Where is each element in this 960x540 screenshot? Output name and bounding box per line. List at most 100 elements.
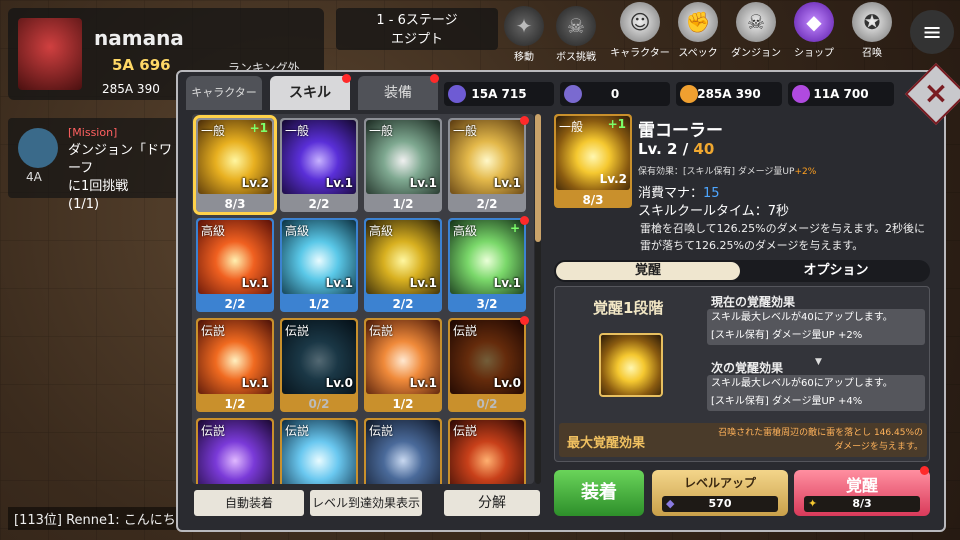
skill-card[interactable]: 伝説 xyxy=(364,418,442,484)
tab-skill[interactable]: スキル xyxy=(270,76,350,110)
mission-panel[interactable]: 4A [Mission] ダンジョン「ドワーフ に1回挑戦 (1/1) xyxy=(8,118,184,212)
gem-icon: ◆ xyxy=(794,2,834,42)
level-up-cost-value: 570 xyxy=(708,497,732,510)
nav-spec-button[interactable]: ✊ スペック xyxy=(672,2,724,62)
current-effect-box: スキル最大レベルが40にアップします。 [スキル保有] ダメージ量UP +2% xyxy=(707,309,925,345)
skill-level: Lv.1 xyxy=(493,176,521,190)
description-line1: 雷槍を召喚して126.25%のダメージを与えます。2秒後に xyxy=(640,222,925,235)
compass-icon: ✦ xyxy=(504,6,544,46)
skill-count: 8/3 xyxy=(224,197,246,211)
tab-equipment-notification-dot xyxy=(430,74,439,83)
skill-plus-badge: +1 xyxy=(249,121,268,135)
tab-skill-notification-dot xyxy=(342,74,351,83)
dungeon-skull-icon: ☠ xyxy=(736,2,776,42)
skill-card[interactable]: 伝説 xyxy=(448,418,526,484)
skill-level: Lv.1 xyxy=(493,276,521,290)
next-effect-title: 次の覚醒効果 xyxy=(711,361,784,375)
equip-button[interactable]: 装着 xyxy=(554,470,644,516)
resource-gold: 285A 390 xyxy=(676,82,782,106)
menu-button[interactable]: ≡ xyxy=(910,10,954,54)
level-up-cost: ◆ 570 xyxy=(662,496,778,512)
mission-level: 4A xyxy=(26,170,42,184)
skill-count: 0/2 xyxy=(476,397,498,411)
passive-effect: 保有効果：[スキル保有] ダメージ量UP+2% xyxy=(638,164,816,177)
skill-card[interactable]: 伝説 Lv.1 1/2 xyxy=(196,318,274,412)
awaken-cost-value: 8/3 xyxy=(852,497,872,510)
player-name: namana xyxy=(94,26,184,50)
skill-count: 2/2 xyxy=(308,197,330,211)
move-button[interactable]: ✦ 移動 xyxy=(498,6,550,66)
skill-rank: 伝説 xyxy=(453,424,478,438)
awaken-button[interactable]: 覚醒 ✦ 8/3 xyxy=(794,470,930,516)
mission-icon xyxy=(18,128,58,168)
skill-card[interactable]: 高級 Lv.1 1/2 xyxy=(280,218,358,312)
skill-card[interactable]: 伝説 Lv.1 1/2 xyxy=(364,318,442,412)
resource-purple-gem: 15A 715 xyxy=(444,82,554,106)
stage-name: エジプト xyxy=(390,32,443,47)
stage-indicator[interactable]: 1 - 6ステージ エジプト xyxy=(336,8,498,50)
skull-icon: ☠ xyxy=(556,6,596,46)
scroll-thumb[interactable] xyxy=(535,114,541,242)
skill-level: Lv.1 xyxy=(409,176,437,190)
nav-shop-button[interactable]: ◆ ショップ xyxy=(788,2,840,62)
stage-number: 1 - 6ステージ xyxy=(376,13,458,28)
skill-card[interactable]: 一般 Lv.1 2/2 xyxy=(448,118,526,212)
skill-rank: 一般 xyxy=(453,124,478,138)
selected-skill-rank: 一般 xyxy=(559,120,584,134)
skill-count: 0/2 xyxy=(308,397,330,411)
skill-card[interactable]: 伝説 Lv.0 0/2 xyxy=(448,318,526,412)
skill-rank: 高級 xyxy=(201,224,226,238)
skill-rank: 伝説 xyxy=(369,324,394,338)
skill-card[interactable]: 一般 +1 Lv.2 8/3 xyxy=(193,115,277,215)
level-effect-button[interactable]: レベル到達効果表示 xyxy=(310,490,422,516)
skill-level: Lv.1 xyxy=(241,276,269,290)
max-effect-line2: ダメージを与えます。 xyxy=(834,442,923,452)
mission-tag: [Mission] xyxy=(68,126,118,139)
resource-stone: 0 xyxy=(560,82,670,106)
skill-card[interactable]: 一般 Lv.1 2/2 xyxy=(280,118,358,212)
skill-card[interactable]: 高級 Lv.1 2/2 xyxy=(364,218,442,312)
max-effect-line1: 召喚された雷槍周辺の敵に雷を落とし 146.45%の xyxy=(718,428,923,438)
skill-notification-dot xyxy=(520,116,529,125)
player-gold: 285A 390 xyxy=(102,82,160,96)
selected-skill-icon: 一般 +1 Lv.2 8/3 xyxy=(554,114,632,208)
nav-character-label: キャラクター xyxy=(610,48,670,59)
skill-notification-dot xyxy=(520,216,529,225)
nav-summon-button[interactable]: ✪ 召喚 xyxy=(846,2,898,62)
skill-card[interactable]: 伝説 xyxy=(280,418,358,484)
selected-skill-level: Lv.2 xyxy=(599,172,627,186)
skill-rank: 一般 xyxy=(201,124,226,138)
dismantle-button[interactable]: 分解 xyxy=(444,490,540,516)
gold-coin-icon xyxy=(680,85,698,103)
tab-character[interactable]: キャラクター xyxy=(186,76,262,110)
auto-equip-button[interactable]: 自動装着 xyxy=(194,490,304,516)
skill-card[interactable]: 伝説 xyxy=(196,418,274,484)
skill-card[interactable]: 伝説 Lv.0 0/2 xyxy=(280,318,358,412)
skill-card[interactable]: 一般 Lv.1 1/2 xyxy=(364,118,442,212)
skill-card[interactable]: 高級 + Lv.1 3/2 xyxy=(448,218,526,312)
skill-grid[interactable]: 一般 +1 Lv.2 8/3 一般 Lv.1 2/2 一般 Lv.1 1/2 一般 Lv.1 2/2 高級… xyxy=(192,114,534,484)
chat-message[interactable]: [113位] Renne1: こんにち xyxy=(8,507,182,530)
tab-option[interactable]: オプション xyxy=(744,262,928,280)
awaken-label: 覚醒 xyxy=(845,476,878,495)
mission-text-line1: ダンジョン「ドワーフ xyxy=(68,143,173,176)
skill-piece-icon: ✦ xyxy=(808,497,818,510)
boss-challenge-button[interactable]: ☠ ボス挑戦 xyxy=(550,6,602,66)
skill-card[interactable]: 高級 Lv.1 2/2 xyxy=(196,218,274,312)
nav-dungeon-button[interactable]: ☠ ダンジョン xyxy=(730,2,782,62)
tab-awakening[interactable]: 覚醒 xyxy=(556,262,740,280)
close-icon: × xyxy=(923,76,949,111)
skill-level: Lv.1 xyxy=(241,376,269,390)
nav-character-button[interactable]: ☺ キャラクター xyxy=(608,2,672,62)
hamburger-icon: ≡ xyxy=(921,18,943,46)
nav-shop-label: ショップ xyxy=(794,48,834,59)
skill-rank: 伝説 xyxy=(369,424,394,438)
detail-tab-toggle[interactable]: 覚醒 オプション xyxy=(554,260,930,282)
skill-grid-scrollbar[interactable] xyxy=(535,114,541,484)
player-power: 5A 696 xyxy=(112,56,171,74)
mana-cost: 消費マナ：15 xyxy=(638,182,720,201)
tab-equipment[interactable]: 装備 xyxy=(358,76,438,110)
selected-skill-count: 8/3 xyxy=(582,193,604,207)
level-up-button[interactable]: レベルアップ ◆ 570 xyxy=(652,470,788,516)
skill-rank: 一般 xyxy=(285,124,310,138)
